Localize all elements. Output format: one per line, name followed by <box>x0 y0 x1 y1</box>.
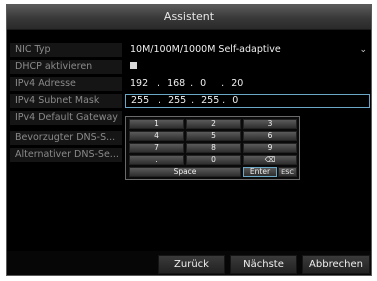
key-9[interactable]: 9 <box>243 143 297 153</box>
ipv4-address-row: IPv4 Adresse 192 . 168 . 0 . 20 <box>10 77 370 91</box>
mask-octet-2: 255 <box>168 95 187 106</box>
subnet-mask-row: IPv4 Subnet Mask 255 . 255 . 255 . 0 <box>10 94 370 108</box>
cancel-button[interactable]: Abbrechen <box>302 255 370 274</box>
ipv4-address-input[interactable]: 192 . 168 . 0 . 20 <box>125 77 370 91</box>
dhcp-row: DHCP aktivieren <box>10 60 370 74</box>
dns-alternate-label: Alternativer DNS-Se... <box>10 148 122 162</box>
enter-key[interactable]: Enter <box>243 167 277 177</box>
next-button[interactable]: Nächste <box>230 255 297 274</box>
key-4[interactable]: 4 <box>129 131 184 141</box>
nic-type-value: 10M/100M/1000M Self-adaptive <box>130 44 281 55</box>
nic-type-label: NIC Typ <box>10 43 122 57</box>
key-8[interactable]: 8 <box>186 143 241 153</box>
key-7[interactable]: 7 <box>129 143 184 153</box>
backspace-key[interactable]: ⌫ <box>243 155 297 165</box>
key-dot[interactable]: . <box>129 155 184 165</box>
esc-key[interactable]: ESC <box>278 167 297 177</box>
ipv4-octet-4: 20 <box>231 78 244 89</box>
nic-type-select[interactable]: 10M/100M/1000M Self-adaptive ⌄ <box>125 43 370 57</box>
bottom-bar: Zurück Nächste Abbrechen <box>7 251 371 275</box>
key-6[interactable]: 6 <box>243 131 297 141</box>
window-title: Assistent <box>163 10 215 23</box>
wizard-window: Assistent NIC Typ 10M/100M/1000M Self-ad… <box>6 4 372 276</box>
nic-type-row: NIC Typ 10M/100M/1000M Self-adaptive ⌄ <box>10 43 370 57</box>
back-button[interactable]: Zurück <box>158 255 225 274</box>
backspace-icon: ⌫ <box>264 155 276 164</box>
mask-octet-4: 0 <box>232 95 239 106</box>
title-bar: Assistent <box>7 5 371 30</box>
key-2[interactable]: 2 <box>186 119 241 129</box>
ipv4-octet-2: 168 <box>167 78 186 89</box>
ipv4-address-label: IPv4 Adresse <box>10 77 122 91</box>
dhcp-checkbox[interactable] <box>130 62 137 69</box>
chevron-down-icon: ⌄ <box>359 45 367 55</box>
space-key[interactable]: Space <box>129 167 241 177</box>
ipv4-octet-1: 192 <box>130 78 149 89</box>
numeric-keyboard: 1 2 3 4 5 6 7 8 9 . 0 ⌫ Space Enter ESC <box>125 116 300 180</box>
mask-octet-3: 255 <box>201 95 220 106</box>
dhcp-label: DHCP aktivieren <box>10 60 122 74</box>
key-0[interactable]: 0 <box>186 155 241 165</box>
subnet-mask-label: IPv4 Subnet Mask <box>10 94 122 108</box>
key-1[interactable]: 1 <box>129 119 184 129</box>
key-5[interactable]: 5 <box>186 131 241 141</box>
dhcp-field <box>125 60 370 74</box>
subnet-mask-input[interactable]: 255 . 255 . 255 . 0 <box>125 94 370 108</box>
mask-octet-1: 255 <box>131 95 150 106</box>
key-3[interactable]: 3 <box>243 119 297 129</box>
ipv4-octet-3: 0 <box>200 78 207 89</box>
dns-preferred-label: Bevorzugter DNS-S... <box>10 131 122 145</box>
gateway-label: IPv4 Default Gateway <box>10 111 122 125</box>
